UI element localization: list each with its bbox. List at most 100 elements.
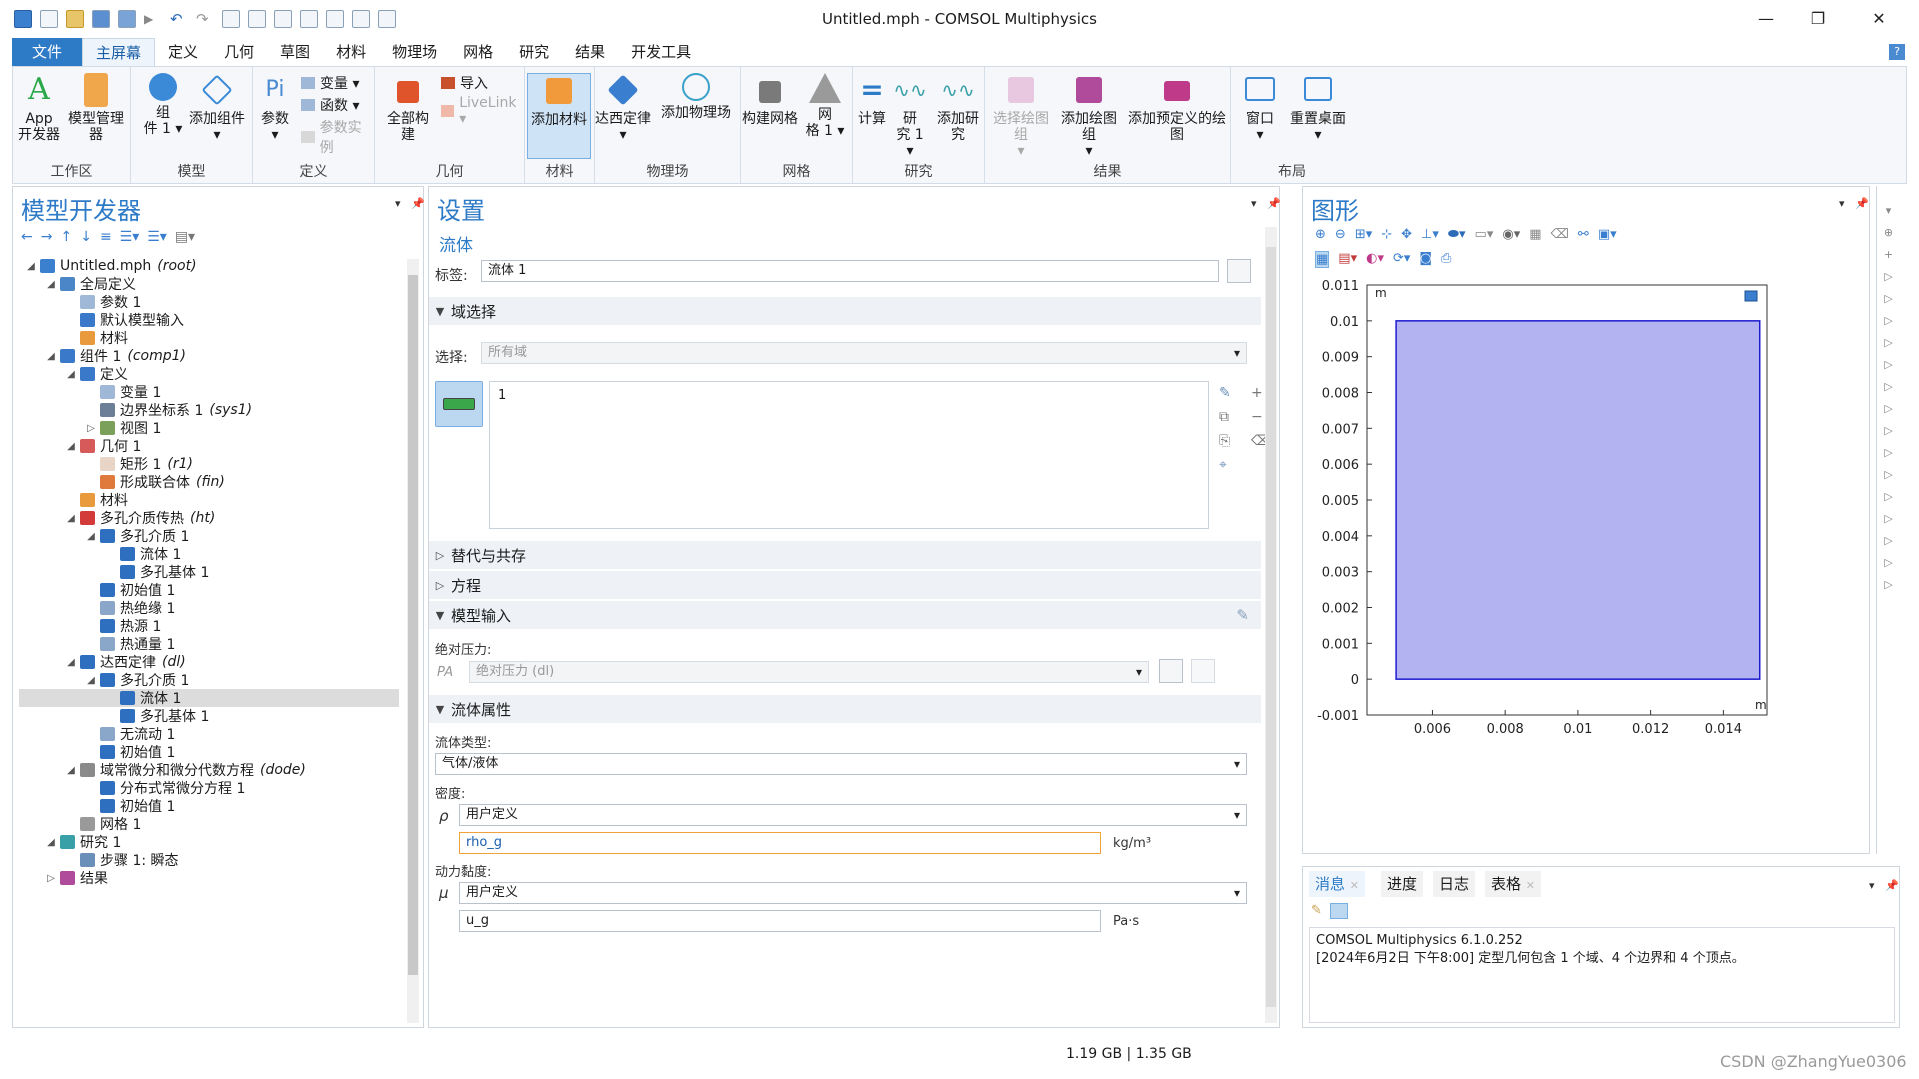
zoom-in-icon[interactable]: ⊕ — [1315, 227, 1326, 242]
reset-view-icon[interactable]: ⟳▾ — [1393, 251, 1410, 268]
tree-item[interactable]: ◢ 达西定律 (dl) — [19, 653, 399, 671]
darcy-law-button[interactable]: 达西定律 ▾ — [595, 73, 651, 143]
collapse-arrow-icon[interactable]: ◢ — [85, 675, 97, 686]
tree-item[interactable]: 热通量 1 — [19, 635, 399, 653]
up-arrow-icon[interactable]: ↑ — [60, 229, 72, 245]
side-expand-icon[interactable]: ▷ — [1877, 530, 1900, 552]
graphics-canvas[interactable]: 0.011 0.01 0.009 0.008 0.007 0.006 0.005 0.004 0… — [1313, 277, 1783, 747]
collapse-arrow-icon[interactable]: ◢ — [25, 261, 37, 272]
tree-item[interactable]: ▷ 结果 — [19, 869, 399, 887]
collapse-arrow-icon[interactable]: ◢ — [65, 441, 77, 452]
side-expand-icon[interactable]: ▷ — [1877, 464, 1900, 486]
tab-results[interactable]: 结果 — [562, 38, 618, 66]
paste-selection-icon[interactable]: ✎ — [1219, 385, 1241, 401]
model-manager-button[interactable]: 模型管理器 — [65, 73, 127, 143]
side-expand-icon[interactable]: ▷ — [1877, 420, 1900, 442]
viscosity-option-dropdown[interactable]: 用户定义 — [459, 882, 1247, 904]
pin-icon[interactable]: 📌 — [1267, 197, 1281, 210]
build-all-button[interactable]: 全部构建 — [381, 73, 435, 143]
tree-item[interactable]: ◢ 组件 1 (comp1) — [19, 347, 399, 365]
tab-file[interactable]: 文件 — [12, 38, 82, 66]
grid-toggle-icon[interactable]: ▦ — [1315, 251, 1330, 268]
collapse-arrow-icon[interactable]: ◢ — [45, 351, 57, 362]
minimize-button[interactable]: — — [1743, 4, 1789, 34]
fluid-type-dropdown[interactable]: 气体/液体 — [435, 753, 1247, 775]
functions-button[interactable]: 函数 ▾ — [301, 95, 359, 115]
tree-item[interactable]: 材料 — [19, 491, 399, 509]
select-icon[interactable]: ⬬▾ — [1448, 227, 1466, 242]
section-override[interactable]: ▷ 替代与共存 — [429, 541, 1261, 569]
collapse-arrow-icon[interactable]: ◢ — [65, 513, 77, 524]
tree-item[interactable]: 默认模型输入 — [19, 311, 399, 329]
selection-list[interactable]: 1 — [489, 381, 1209, 529]
build-mesh-button[interactable]: 构建网格 — [741, 73, 799, 127]
tab-mesh[interactable]: 网格 — [450, 38, 506, 66]
tree-item[interactable]: ◢ 多孔介质 1 — [19, 527, 399, 545]
expand-arrow-icon[interactable]: ▷ — [45, 873, 57, 884]
tree-scrollbar[interactable] — [407, 259, 419, 1023]
tree-item[interactable]: ◢ 几何 1 — [19, 437, 399, 455]
back-arrow-icon[interactable]: ← — [21, 229, 33, 245]
tree-item[interactable]: ◢ Untitled.mph (root) — [19, 257, 399, 275]
variables-button[interactable]: 变量 ▾ — [301, 73, 359, 93]
side-expand-icon[interactable]: ▷ — [1877, 310, 1900, 332]
collapse-arrow-icon[interactable]: ◢ — [65, 369, 77, 380]
tab-log[interactable]: 日志 — [1433, 871, 1476, 897]
tab-physics[interactable]: 物理场 — [379, 38, 450, 66]
panel-menu-icon[interactable]: ▾ — [395, 197, 401, 210]
side-expand-icon[interactable]: ▷ — [1877, 574, 1900, 596]
tree-item[interactable]: ▷ 视图 1 — [19, 419, 399, 437]
tree-item[interactable]: ◢ 定义 — [19, 365, 399, 383]
side-add-icon[interactable]: + — [1877, 244, 1900, 266]
add-predefined-plot-button[interactable]: 添加预定义的绘图 — [1125, 73, 1229, 143]
tree-item[interactable]: 热源 1 — [19, 617, 399, 635]
side-expand-icon[interactable]: ▷ — [1877, 354, 1900, 376]
density-input[interactable]: rho_g — [459, 832, 1101, 854]
selection-list-item[interactable]: 1 — [498, 388, 1200, 403]
variable-link-icon[interactable] — [1159, 659, 1183, 683]
windows-button[interactable]: 窗口 ▾ — [1237, 73, 1283, 143]
tree-item[interactable]: 多孔基体 1 — [19, 707, 399, 725]
viscosity-input[interactable]: u_g — [459, 910, 1101, 932]
parameters-button[interactable]: Pi 参数 ▾ — [257, 73, 293, 143]
tab-home[interactable]: 主屏幕 — [82, 38, 156, 66]
locate-icon[interactable]: ⌖ — [1219, 457, 1241, 473]
tree-item[interactable]: ◢ 全局定义 — [19, 275, 399, 293]
expand-icon[interactable]: ☰▾ — [120, 229, 140, 245]
section-domain-selection[interactable]: ▼ 域选择 — [429, 297, 1261, 325]
pan-icon[interactable]: ✥ — [1401, 227, 1412, 242]
pin-icon[interactable]: 📌 — [411, 197, 425, 210]
add-study-button[interactable]: ∿∿ 添加研究 — [931, 73, 985, 143]
component-button[interactable]: 组 件 1 ▾ — [143, 73, 183, 137]
side-expand-icon[interactable]: ▷ — [1877, 442, 1900, 464]
parameter-case-button[interactable]: 参数实例 — [301, 117, 374, 157]
panel-menu-icon[interactable]: ▾ — [1869, 879, 1875, 892]
tree-item[interactable]: 形成联合体 (fin) — [19, 473, 399, 491]
mesh1-button[interactable]: 网 格 1 ▾ — [803, 73, 847, 139]
app-builder-button[interactable]: A App 开发器 — [17, 73, 61, 144]
settings-scrollbar-thumb[interactable] — [1266, 247, 1276, 1007]
tab-messages[interactable]: 消息 ✕ — [1309, 871, 1366, 897]
livelink-button[interactable]: LiveLink ▾ — [441, 95, 524, 127]
axis-icon[interactable]: ⊥▾ — [1421, 227, 1439, 242]
tree-item[interactable]: 边界坐标系 1 (sys1) — [19, 401, 399, 419]
side-expand-icon[interactable]: ▷ — [1877, 552, 1900, 574]
tree-item[interactable]: 流体 1 — [19, 689, 399, 707]
tab-geometry[interactable]: 几何 — [211, 38, 267, 66]
section-fluid-properties[interactable]: ▼ 流体属性 — [429, 695, 1261, 723]
pin-icon[interactable]: 📌 — [1885, 879, 1899, 892]
tree-item[interactable]: 变量 1 — [19, 383, 399, 401]
message-filter-icon[interactable] — [1329, 903, 1348, 919]
tab-sketch[interactable]: 草图 — [267, 38, 323, 66]
abs-pressure-dropdown[interactable]: 绝对压力 (dl) — [469, 661, 1149, 683]
section-equation[interactable]: ▷ 方程 — [429, 571, 1261, 599]
label-input[interactable]: 流体 1 — [481, 260, 1219, 282]
collapse-arrow-icon[interactable]: ◢ — [65, 657, 77, 668]
copy-selection-icon[interactable]: ⧉ — [1219, 409, 1241, 425]
variable-add-icon[interactable] — [1191, 659, 1215, 683]
compute-button[interactable]: = 计算 — [855, 73, 889, 127]
close-button[interactable]: ✕ — [1856, 4, 1902, 34]
pin-icon[interactable]: 📌 — [1855, 197, 1869, 210]
link-icon[interactable]: ⚯ — [1578, 227, 1589, 242]
tree-item[interactable]: 初始值 1 — [19, 581, 399, 599]
